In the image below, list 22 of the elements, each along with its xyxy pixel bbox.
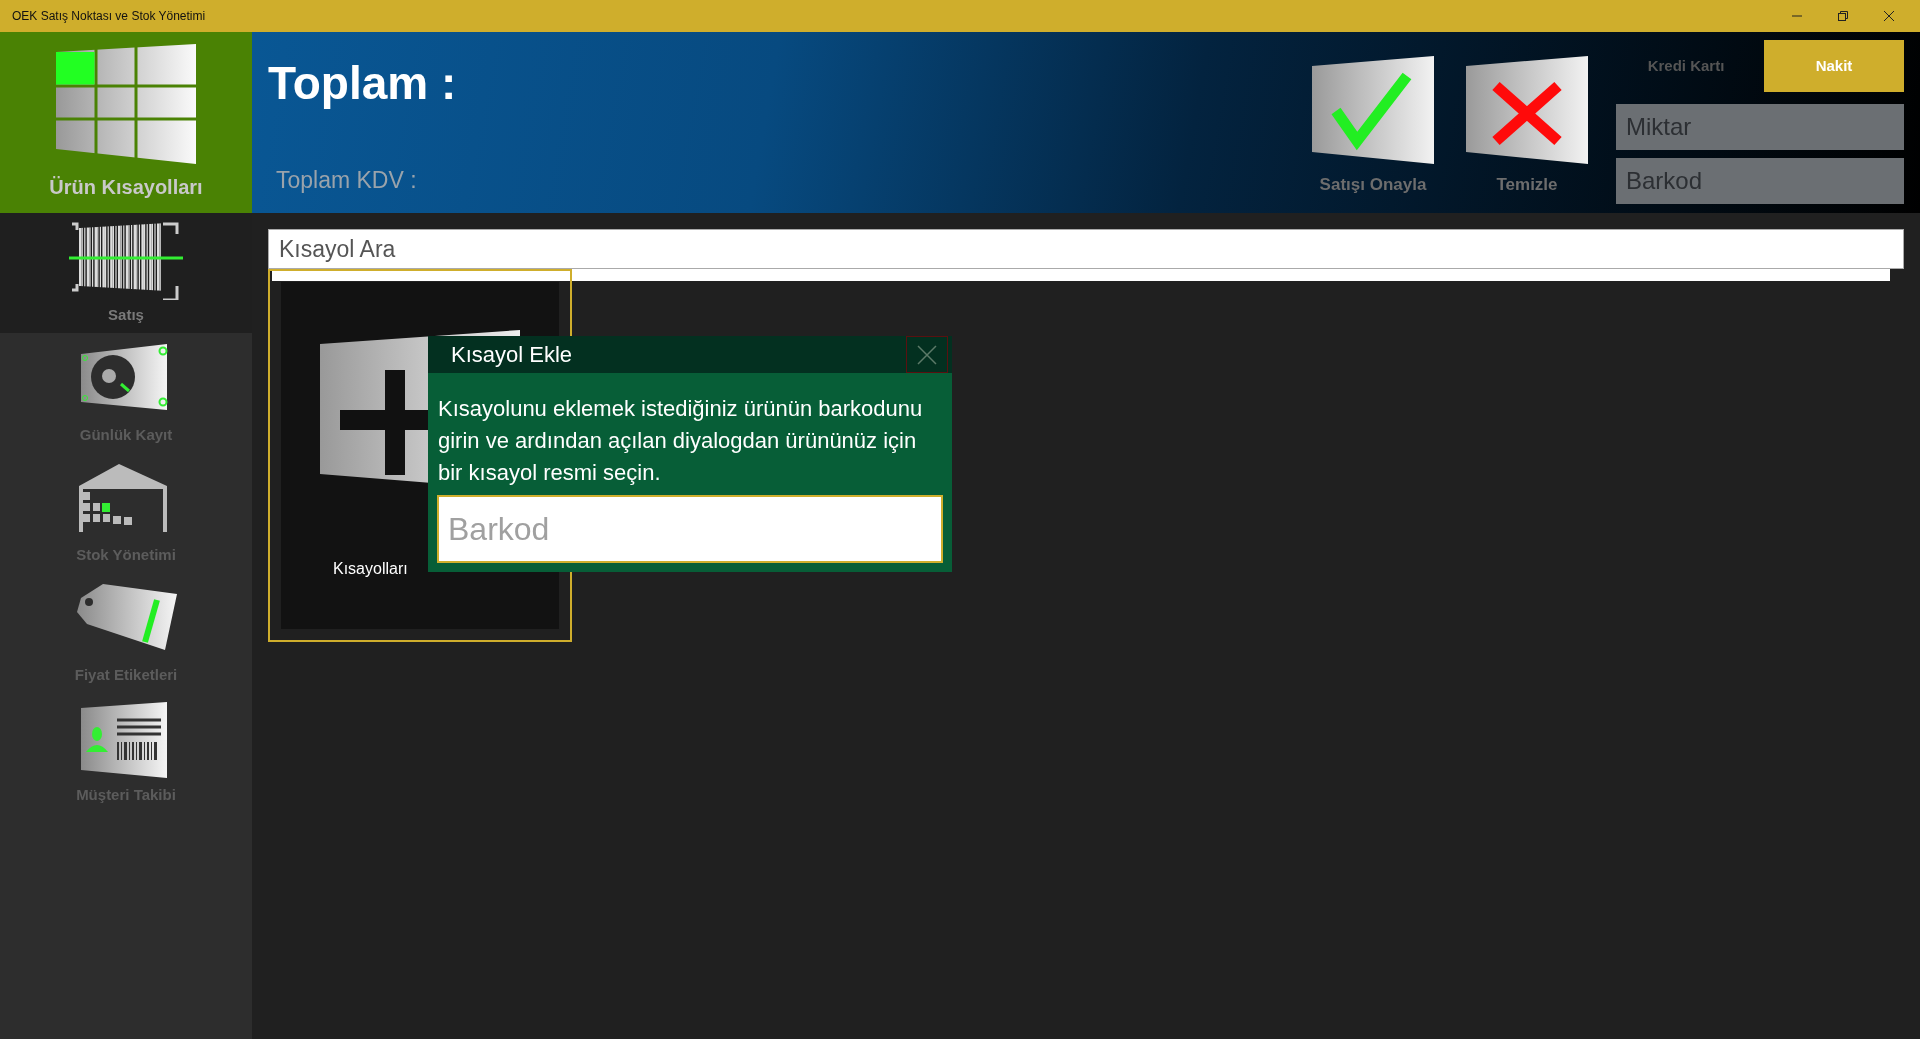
dialog-close-button[interactable] [906,336,948,373]
sidebar-item[interactable]: Satış [0,213,252,333]
clear-button[interactable]: Temizle [1462,56,1592,197]
payment-tab[interactable]: Kredi Kartı [1616,40,1756,92]
confirm-sale-button[interactable]: Satışı Onayla [1308,56,1438,197]
shortcuts-tile[interactable]: Ürün Kısayolları [0,32,252,213]
payment-tab[interactable]: Nakit [1764,40,1904,92]
tile-label: Ürün Kısayolları [49,174,203,200]
check-tile-icon [1312,56,1434,164]
shortcut-label: Kısayolları [332,559,408,579]
barcode-field[interactable]: Barkod [1616,158,1904,204]
window-title: OEK Satış Noktası ve Stok Yönetimi [11,8,206,25]
barcode-field[interactable]: Barkod [437,495,943,563]
dialog-title: Kısayol Ekle [450,341,573,369]
windows-grid-icon [56,43,196,164]
cross-tile-icon [1466,56,1588,164]
close-icon [1883,10,1895,22]
close-icon [917,344,937,365]
vat-label: Toplam KDV : [276,165,418,195]
search-field[interactable]: Kısayol Ara [268,229,1904,269]
quantity-field[interactable]: Miktar [1616,104,1904,150]
restore-icon [1837,10,1849,22]
